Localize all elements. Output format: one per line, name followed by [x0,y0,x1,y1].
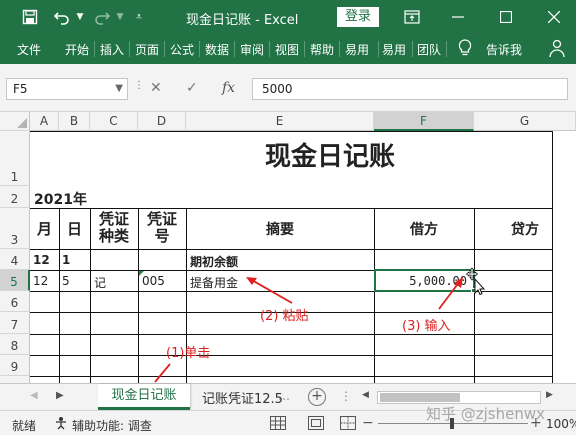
tab-addin-1[interactable]: 易用 [345,41,369,58]
tab-formulas[interactable]: 公式 [170,41,194,58]
annotation-arrows [154,277,463,383]
menu-divider [304,41,305,57]
ribbon-display-options-icon[interactable] [400,5,424,29]
scroll-tabs-left-icon[interactable]: ◀ [30,390,38,401]
more-sheets-icon[interactable]: … [278,389,290,403]
tab-help[interactable]: 帮助 [310,41,334,58]
grip-icon[interactable]: ⋮ [134,80,144,91]
title-bar: ▼ ▼ ⩡ 现金日记账 - Excel 登录 [0,0,576,34]
name-box-value: F5 [13,82,28,96]
page-layout-view-icon[interactable] [308,416,324,433]
accessibility-icon[interactable] [54,416,68,433]
grip-icon[interactable]: ⋮ [340,389,352,403]
annotation-click: (1)单击 [166,346,211,361]
name-box[interactable]: F5 ▼ [6,78,128,100]
tab-team[interactable]: 团队 [417,41,441,58]
tab-page-layout[interactable]: 页面 [135,41,159,58]
customize-qat-icon[interactable]: ⩡ [128,5,150,29]
share-icon[interactable] [548,38,566,61]
scroll-left-icon[interactable]: ◀ [362,390,369,400]
window-title: 现金日记账 - Excel [186,13,299,28]
menu-divider [378,41,379,57]
menu-divider [339,41,340,57]
status-bar: 就绪 辅助功能: 调查 − 知乎 @zjshenwx + 100% [0,405,576,435]
save-icon[interactable] [18,5,42,29]
zoom-level[interactable]: 100% [546,417,576,431]
tab-file[interactable]: 文件 [17,41,41,58]
formula-bar: F5 ▼ ⋮ ✕ ✓ fx 5000 [0,64,576,112]
tab-addin-2[interactable]: 易用 [382,41,406,58]
close-icon[interactable] [542,5,566,29]
login-button[interactable]: 登录 [337,7,379,27]
tab-review[interactable]: 审阅 [240,41,264,58]
menu-divider [199,41,200,57]
zoom-out-button[interactable]: − [362,415,374,431]
menu-divider [129,41,130,57]
chevron-down-icon[interactable]: ▼ [114,5,126,29]
menu-divider [94,41,95,57]
minimize-icon[interactable] [446,5,470,29]
cancel-icon[interactable]: ✕ [150,80,162,96]
zoom-in-button[interactable]: + [530,415,542,431]
enter-icon[interactable]: ✓ [186,80,198,96]
insert-function-icon[interactable]: fx [222,80,235,96]
tab-active-sheet[interactable]: 现金日记账 [98,384,190,410]
tab-data[interactable]: 数据 [205,41,229,58]
chevron-down-icon[interactable]: ▼ [115,79,123,99]
undo-icon[interactable] [50,5,74,29]
chevron-down-icon[interactable]: ▼ [74,5,86,29]
menu-divider [446,41,447,57]
tab-view[interactable]: 视图 [275,41,299,58]
scrollbar-thumb[interactable] [380,393,460,402]
page-break-view-icon[interactable] [340,416,356,433]
normal-view-icon[interactable] [270,416,286,433]
redo-icon[interactable] [90,5,114,29]
spreadsheet-grid[interactable]: A B C D E F G 1 2 3 4 5 6 7 8 9 10 现金日记账… [0,112,576,383]
scroll-right-icon[interactable]: ▶ [546,390,553,400]
accessibility-status[interactable]: 辅助功能: 调查 [72,417,152,434]
maximize-icon[interactable] [494,5,518,29]
annotation-input: (3) 输入 [402,319,451,334]
menu-divider [234,41,235,57]
formula-input[interactable]: 5000 [252,78,568,100]
lightbulb-icon[interactable] [458,39,472,60]
menu-divider [269,41,270,57]
add-sheet-icon[interactable]: + [308,388,326,406]
menu-divider [412,41,413,57]
status-ready: 就绪 [12,419,37,433]
annotation-paste: (2) 粘贴 [260,309,309,324]
ribbon-tabs: 文件 开始 插入 页面 公式 数据 审阅 视图 帮助 易用 易用 团队 告诉我 [0,34,576,64]
tell-me-search[interactable]: 告诉我 [486,41,522,58]
tab-insert[interactable]: 插入 [100,41,124,58]
menu-divider [164,41,165,57]
tab-home[interactable]: 开始 [65,41,89,58]
watermark: 知乎 @zjshenwx [426,405,546,423]
scroll-tabs-right-icon[interactable]: ▶ [56,390,64,401]
